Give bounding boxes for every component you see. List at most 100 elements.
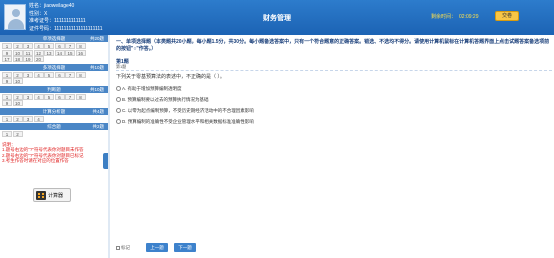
- question-grid-row: 17 18 19 20: [2, 56, 106, 63]
- question-navigator: 单项选择题 共20题 1 2 3 4 5 6 7 8 9 10 11 12 13 14 15 16 17 18 19 20…: [0, 35, 108, 258]
- option-a[interactable]: A. 有助于增加预算编制透明度: [116, 85, 182, 92]
- timer-value: 02:09:29: [459, 14, 479, 20]
- question-link[interactable]: 9: [2, 78, 12, 84]
- question-grid: 1 2 3 4 5 6 7 8 9 10: [0, 70, 108, 86]
- question-link[interactable]: 14: [54, 49, 65, 56]
- question-link[interactable]: 3: [23, 43, 33, 49]
- question-link[interactable]: 10: [12, 78, 23, 84]
- header: 姓名：jiaoweilage40 性别：X 准考证号：1111111111111…: [0, 0, 554, 35]
- question-link[interactable]: 2: [12, 93, 23, 100]
- name-label: 姓名：: [29, 3, 45, 9]
- question-link[interactable]: 8: [75, 71, 86, 78]
- question-link[interactable]: 2: [12, 43, 23, 49]
- id-card-value: 11111111111111111111: [54, 25, 103, 32]
- previous-question-button[interactable]: 上一题: [146, 243, 168, 252]
- question-link[interactable]: 2: [12, 71, 23, 78]
- option-b[interactable]: B. 预算编制要以过去的预算执行情况为基础: [116, 96, 209, 103]
- question-link[interactable]: 3: [23, 115, 33, 122]
- radio-icon[interactable]: [116, 108, 121, 113]
- section-header[interactable]: 单项选择题 共20题: [0, 35, 108, 42]
- question-link[interactable]: 8: [75, 93, 86, 100]
- question-link[interactable]: 6: [54, 93, 65, 100]
- section-count: 共2题: [92, 124, 104, 129]
- question-link[interactable]: 7: [65, 93, 75, 100]
- section-header[interactable]: 多项选择题 共10题: [0, 63, 108, 71]
- countdown-timer: 剩余时间： 02:09:29: [431, 13, 478, 20]
- option-label: C. 以零为起点编制预算，不受历史期经济活动中的不合理因素影响: [122, 108, 254, 113]
- section-header[interactable]: 综合题 共2题: [0, 123, 108, 130]
- calculator-label: 计算器: [48, 193, 64, 199]
- question-grid: 1 2 3 4 5 6 7 8 9 10 11 12 13 14 15 16 17 18 19 20: [0, 42, 108, 64]
- legend-note: 说明： 1.题号右边的"?"符号代表你对题目未作答 2.题号右边的"?"符号代表…: [0, 139, 108, 167]
- calculator-button[interactable]: 计算器: [33, 188, 71, 202]
- question-grid-row: 12: [2, 131, 106, 138]
- question-link[interactable]: 1: [2, 115, 12, 122]
- radio-icon[interactable]: [116, 86, 121, 91]
- question-link[interactable]: 17: [2, 56, 12, 62]
- question-link[interactable]: 19: [23, 56, 33, 62]
- question-link[interactable]: 13: [44, 49, 54, 56]
- question-link[interactable]: 4: [33, 93, 44, 100]
- name-value: jiaoweilage40: [44, 3, 75, 9]
- question-link[interactable]: 9: [2, 49, 12, 56]
- question-link[interactable]: 4: [33, 115, 44, 122]
- submit-exam-button[interactable]: 交卷: [495, 11, 519, 21]
- section-count: 共10题: [89, 86, 104, 92]
- collapse-sidebar-handle[interactable]: [103, 153, 108, 169]
- option-d[interactable]: D. 预算编制的准确性不受企业管理水平和相关数据标准准确性影响: [116, 118, 254, 125]
- question-link[interactable]: 3: [23, 93, 33, 100]
- question-grid-row: 9 10: [2, 100, 106, 107]
- next-question-button[interactable]: 下一题: [174, 243, 196, 252]
- question-grid: 1234: [0, 114, 108, 123]
- question-link[interactable]: 1: [2, 93, 12, 100]
- question-link[interactable]: 15: [65, 49, 75, 56]
- question-grid-row: 1234: [2, 115, 106, 123]
- question-link[interactable]: 12: [33, 49, 44, 56]
- question-link[interactable]: 5: [44, 93, 54, 100]
- question-grid: 1 2 3 4 5 6 7 8 9 10: [0, 92, 108, 108]
- question-link[interactable]: 1: [2, 71, 12, 78]
- timer-label: 剩余时间：: [431, 14, 457, 20]
- section-header[interactable]: 判断题 共10题: [0, 85, 108, 93]
- question-link[interactable]: 9: [2, 100, 12, 106]
- question-link[interactable]: 7: [65, 71, 75, 78]
- section-header[interactable]: 计算分析题 共4题: [0, 107, 108, 115]
- question-link[interactable]: 2: [12, 115, 23, 122]
- question-link[interactable]: 5: [44, 43, 54, 49]
- question-link[interactable]: 4: [33, 43, 44, 49]
- mark-label: 标记: [121, 245, 130, 250]
- section-count: 共10题: [89, 64, 104, 70]
- question-link[interactable]: 4: [33, 71, 44, 78]
- question-link[interactable]: 7: [65, 43, 75, 49]
- question-grid-row: 9 10: [2, 78, 106, 85]
- question-link[interactable]: 6: [54, 71, 65, 78]
- section-count: 共20题: [89, 36, 104, 41]
- question-link[interactable]: 18: [12, 56, 23, 62]
- divider: [116, 70, 552, 71]
- question-link[interactable]: 3: [23, 71, 33, 78]
- question-stem: 下列关于零基预算法的表述中，不正确的是（ ）。: [116, 74, 225, 80]
- option-c[interactable]: C. 以零为起点编制预算，不受历史期经济活动中的不合理因素影响: [116, 107, 254, 114]
- question-link[interactable]: 5: [44, 71, 54, 78]
- calculator-icon: [36, 191, 46, 200]
- checkbox-icon[interactable]: [116, 245, 120, 250]
- option-label: A. 有助于增加预算编制透明度: [122, 86, 182, 91]
- question-panel: 一、单项选择题（本类题共20小题，每小题1.5分，共30分。每小题备选答案中，只…: [110, 35, 554, 258]
- note-line: 3.考生作答时请在对应的位置作答: [2, 158, 69, 163]
- section-instructions: 一、单项选择题（本类题共20小题，每小题1.5分，共30分。每小题备选答案中，只…: [116, 39, 550, 52]
- mark-question-checkbox[interactable]: 标记: [116, 243, 130, 252]
- question-link[interactable]: 16: [75, 49, 86, 56]
- question-link[interactable]: 1: [2, 131, 12, 137]
- question-link[interactable]: 1: [2, 43, 12, 49]
- section-count: 共4题: [92, 108, 104, 114]
- question-link[interactable]: 11: [23, 49, 33, 56]
- question-link[interactable]: 10: [12, 49, 23, 56]
- question-link[interactable]: 20: [33, 56, 44, 62]
- radio-icon[interactable]: [116, 97, 121, 102]
- question-link[interactable]: 10: [12, 100, 23, 106]
- question-link[interactable]: 2: [12, 131, 23, 137]
- question-link[interactable]: 6: [54, 43, 65, 49]
- radio-icon[interactable]: [116, 119, 121, 124]
- question-link[interactable]: 8: [75, 43, 86, 49]
- question-grid: 12: [0, 130, 108, 139]
